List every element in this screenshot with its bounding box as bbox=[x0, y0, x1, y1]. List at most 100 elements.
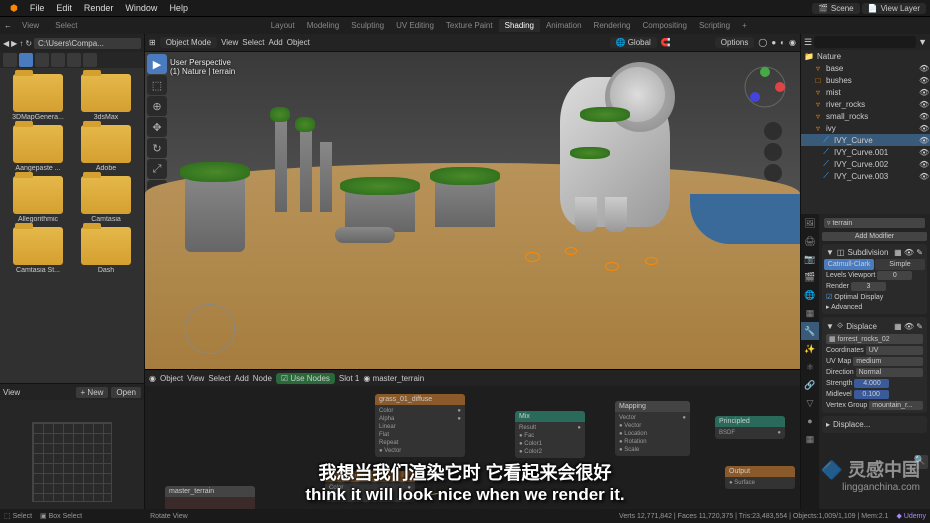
ne-editor-icon[interactable]: ◉ bbox=[149, 374, 156, 383]
vp-object[interactable]: Object bbox=[287, 38, 310, 47]
folder-item[interactable]: Dash bbox=[74, 227, 138, 274]
output-node[interactable]: Output ● Surface bbox=[725, 466, 795, 489]
prop-tab-data[interactable]: ▽ bbox=[801, 394, 819, 412]
expand-icon[interactable]: ▼ bbox=[826, 322, 834, 331]
tab-script[interactable]: Scripting bbox=[693, 19, 736, 32]
sort-icon[interactable] bbox=[35, 53, 49, 67]
folder-item[interactable]: 3dsMax bbox=[74, 74, 138, 121]
prop-tab-physics[interactable]: ⚛ bbox=[801, 358, 819, 376]
blender-icon[interactable]: ⬢ bbox=[4, 1, 24, 16]
prop-tab-object[interactable]: ▦ bbox=[801, 304, 819, 322]
strength-input[interactable] bbox=[854, 379, 889, 388]
outliner-item[interactable]: ⟋IVY_Curve.002👁 bbox=[801, 158, 930, 170]
vp-view[interactable]: View bbox=[221, 38, 238, 47]
scene-selector[interactable]: 🎬 Scene bbox=[812, 3, 860, 14]
prop-tab-scene[interactable]: 🎬 bbox=[801, 268, 819, 286]
tab-texpaint[interactable]: Texture Paint bbox=[440, 19, 499, 32]
ws-view[interactable]: View bbox=[16, 19, 45, 32]
mix-node[interactable]: Mix Result●● Fac● Color1● Color2 bbox=[515, 411, 585, 458]
play-icon[interactable]: ▶ bbox=[147, 54, 167, 74]
open-button[interactable]: Open bbox=[111, 387, 141, 398]
filter-icon[interactable]: ▼ bbox=[918, 37, 927, 47]
visibility-icon[interactable]: 👁 bbox=[919, 148, 927, 156]
outliner-item[interactable]: ▿river_rocks👁 bbox=[801, 98, 930, 110]
ne-node[interactable]: Node bbox=[253, 374, 272, 383]
menu-window[interactable]: Window bbox=[119, 1, 163, 15]
back-icon[interactable]: ← bbox=[4, 21, 12, 30]
outliner-item[interactable]: ⟋IVY_Curve.003👁 bbox=[801, 170, 930, 182]
select-tool-icon[interactable]: ⬚ bbox=[147, 75, 167, 95]
visibility-icon[interactable]: 👁 bbox=[919, 136, 927, 144]
folder-item[interactable]: Camtasia bbox=[74, 176, 138, 223]
tab-layout[interactable]: Layout bbox=[265, 19, 301, 32]
options-dropdown[interactable]: Options bbox=[715, 37, 755, 48]
shading-solid-icon[interactable]: ● bbox=[771, 38, 776, 47]
render-levels-input[interactable] bbox=[851, 282, 886, 291]
prop-tab-texture[interactable]: ▦ bbox=[801, 430, 819, 448]
tab-uv[interactable]: UV Editing bbox=[390, 19, 440, 32]
ne-view[interactable]: View bbox=[187, 374, 204, 383]
catmull-button[interactable]: Catmull-Clark bbox=[824, 259, 874, 270]
mode-selector[interactable]: Object Mode bbox=[160, 37, 217, 48]
outliner-item[interactable]: ▿mist👁 bbox=[801, 86, 930, 98]
add-modifier-button[interactable]: Add Modifier bbox=[822, 232, 927, 241]
pan-icon[interactable] bbox=[764, 143, 782, 161]
menu-file[interactable]: File bbox=[24, 1, 51, 15]
snap-icon[interactable]: 🧲 bbox=[661, 38, 671, 47]
folder-item[interactable]: 3DMapGenera... bbox=[6, 74, 70, 121]
prop-tab-world[interactable]: 🌐 bbox=[801, 286, 819, 304]
shading-mat-icon[interactable]: ◐ bbox=[780, 38, 785, 47]
modifier-controls[interactable]: ▦ 👁 ✎ bbox=[894, 248, 923, 257]
outliner-scene[interactable]: 📁 Nature bbox=[801, 50, 930, 62]
outliner-item[interactable]: □bushes👁 bbox=[801, 74, 930, 86]
mapping-node[interactable]: Mapping Vector●● Vector● Location● Rotat… bbox=[615, 401, 690, 456]
settings-icon[interactable] bbox=[67, 53, 81, 67]
cursor-tool-icon[interactable]: ⊕ bbox=[147, 96, 167, 116]
vp-select[interactable]: Select bbox=[242, 38, 264, 47]
visibility-icon[interactable]: 👁 bbox=[919, 64, 927, 72]
prop-tab-constraint[interactable]: 🔗 bbox=[801, 376, 819, 394]
preview-view[interactable]: View bbox=[3, 388, 20, 397]
menu-help[interactable]: Help bbox=[163, 1, 194, 15]
outliner-item[interactable]: ▿ivy👁 bbox=[801, 122, 930, 134]
ne-object[interactable]: Object bbox=[160, 374, 183, 383]
scale-tool-icon[interactable]: ⤢ bbox=[147, 159, 167, 179]
direction-select[interactable]: Normal bbox=[856, 368, 923, 377]
folder-item[interactable]: Adobe bbox=[74, 125, 138, 172]
vp-add[interactable]: Add bbox=[269, 38, 283, 47]
tab-shading[interactable]: Shading bbox=[499, 19, 540, 32]
midlevel-input[interactable] bbox=[854, 390, 889, 399]
visibility-icon[interactable]: 👁 bbox=[919, 100, 927, 108]
3d-viewport[interactable]: User Perspective (1) Nature | terrain ▶ … bbox=[145, 52, 800, 369]
prop-tab-modifier[interactable]: 🔧 bbox=[801, 322, 819, 340]
new-button[interactable]: + New bbox=[76, 387, 109, 398]
viewlayer-selector[interactable]: 📄 View Layer bbox=[862, 3, 926, 14]
expand-icon[interactable]: ▸ bbox=[826, 420, 830, 429]
shader-node[interactable]: Principled BSDF● bbox=[715, 416, 785, 439]
rotate-tool-icon[interactable]: ↻ bbox=[147, 138, 167, 158]
vertexgroup-select[interactable]: mountain_r... bbox=[869, 401, 923, 410]
tab-add[interactable]: + bbox=[736, 19, 753, 32]
nav-left-icon[interactable]: ◀ bbox=[3, 39, 9, 48]
material-selector[interactable]: ◉ master_terrain bbox=[363, 374, 424, 383]
outliner-item[interactable]: ⟋IVY_Curve👁 bbox=[801, 134, 930, 146]
expand-icon[interactable]: ▼ bbox=[826, 248, 834, 257]
camera-icon[interactable] bbox=[764, 164, 782, 182]
visibility-icon[interactable]: 👁 bbox=[919, 160, 927, 168]
prop-tab-particle[interactable]: ✨ bbox=[801, 340, 819, 358]
gear-icon[interactable] bbox=[83, 53, 97, 67]
outliner-item[interactable]: ⟋IVY_Curve.001👁 bbox=[801, 146, 930, 158]
folder-item[interactable]: Allegorithmic bbox=[6, 176, 70, 223]
outliner-search[interactable] bbox=[814, 36, 916, 48]
tab-render[interactable]: Rendering bbox=[588, 19, 637, 32]
frame-node[interactable]: master_terrain bbox=[165, 486, 255, 511]
outliner-item[interactable]: ▿small_rocks👁 bbox=[801, 110, 930, 122]
path-input[interactable]: C:\Users\Compa... bbox=[34, 38, 141, 49]
slot-selector[interactable]: Slot 1 bbox=[339, 374, 359, 383]
orientation-selector[interactable]: 🌐 Global bbox=[610, 37, 657, 48]
advanced-expand[interactable]: ▸ Advanced bbox=[826, 303, 862, 311]
texture-field[interactable]: ▦ forrest_rocks_02 bbox=[826, 334, 923, 344]
nav-refresh-icon[interactable]: ↻ bbox=[25, 39, 32, 48]
display-thumb-icon[interactable] bbox=[19, 53, 33, 67]
tab-anim[interactable]: Animation bbox=[540, 19, 588, 32]
